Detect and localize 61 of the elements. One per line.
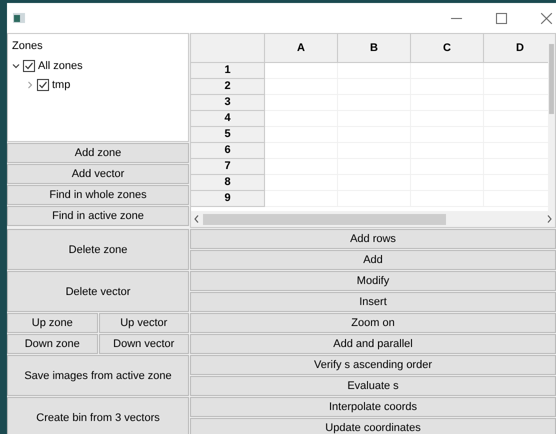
action-button[interactable]: Delete zone: [7, 229, 189, 270]
action-button[interactable]: Add vector: [7, 164, 189, 184]
action-button[interactable]: Find in active zone: [7, 206, 189, 226]
horizontal-scrollbar[interactable]: [191, 211, 555, 227]
action-button[interactable]: Zoom on: [190, 313, 556, 333]
row-header[interactable]: 5: [191, 127, 265, 143]
action-button[interactable]: Insert: [190, 292, 556, 312]
table-cell[interactable]: [265, 143, 338, 159]
action-button[interactable]: Add and parallel: [190, 334, 556, 354]
chevron-down-icon[interactable]: [12, 62, 20, 70]
table-cell[interactable]: [265, 79, 338, 95]
action-button[interactable]: Delete vector: [7, 271, 189, 312]
table-cell[interactable]: [265, 95, 338, 111]
table-cell[interactable]: [265, 127, 338, 143]
action-button[interactable]: Save images from active zone: [7, 355, 189, 396]
chevron-right-icon[interactable]: [26, 81, 34, 90]
action-button[interactable]: Create bin from 3 vectors: [7, 397, 189, 434]
column-header[interactable]: A: [265, 34, 338, 63]
action-button[interactable]: Verify s ascending order: [190, 355, 556, 375]
table-cell[interactable]: [265, 63, 338, 79]
tree-item[interactable]: tmp: [52, 77, 70, 94]
row-header[interactable]: 9: [191, 191, 265, 207]
column-header[interactable]: B: [338, 34, 411, 63]
checkbox[interactable]: [37, 79, 49, 92]
vertical-scrollbar[interactable]: [548, 34, 555, 211]
row-header[interactable]: 8: [191, 175, 265, 191]
action-button[interactable]: Add: [190, 250, 556, 270]
close-icon[interactable]: [541, 12, 552, 24]
tree-header: Zones: [12, 39, 44, 54]
table-cell[interactable]: [265, 191, 338, 207]
table-corner[interactable]: [191, 34, 265, 63]
row-header[interactable]: 7: [191, 159, 265, 175]
tree-item[interactable]: All zones: [38, 58, 83, 74]
row-header[interactable]: 4: [191, 111, 265, 127]
action-button[interactable]: Up vector: [98, 313, 189, 333]
action-button[interactable]: Interpolate coords: [190, 397, 556, 417]
table-cell[interactable]: [338, 63, 411, 79]
scroll-left-icon[interactable]: [194, 215, 199, 223]
table-cell[interactable]: [411, 63, 484, 79]
action-button[interactable]: Add zone: [7, 143, 189, 163]
action-button[interactable]: Modify: [190, 271, 556, 291]
checkbox[interactable]: [23, 60, 35, 72]
row-header[interactable]: 1: [191, 63, 265, 79]
action-button[interactable]: Evaluate s: [190, 376, 556, 396]
action-button[interactable]: Update coordinates: [190, 418, 556, 434]
column-header[interactable]: C: [411, 34, 484, 63]
action-button[interactable]: Down zone: [7, 334, 98, 354]
action-button[interactable]: Up zone: [7, 313, 98, 333]
scroll-right-icon[interactable]: [547, 215, 552, 223]
maximize-icon[interactable]: [496, 12, 507, 24]
action-button[interactable]: Add rows: [190, 229, 556, 249]
row-header[interactable]: 2: [191, 79, 265, 95]
action-button[interactable]: Find in whole zones: [7, 185, 189, 205]
table-cell[interactable]: [265, 175, 338, 191]
table-cell[interactable]: [265, 111, 338, 127]
row-header[interactable]: 3: [191, 95, 265, 111]
app-icon: [13, 13, 25, 23]
column-header[interactable]: D: [484, 34, 548, 63]
table-cell[interactable]: [265, 159, 338, 175]
action-button[interactable]: Down vector: [98, 334, 189, 354]
row-header[interactable]: 6: [191, 143, 265, 159]
